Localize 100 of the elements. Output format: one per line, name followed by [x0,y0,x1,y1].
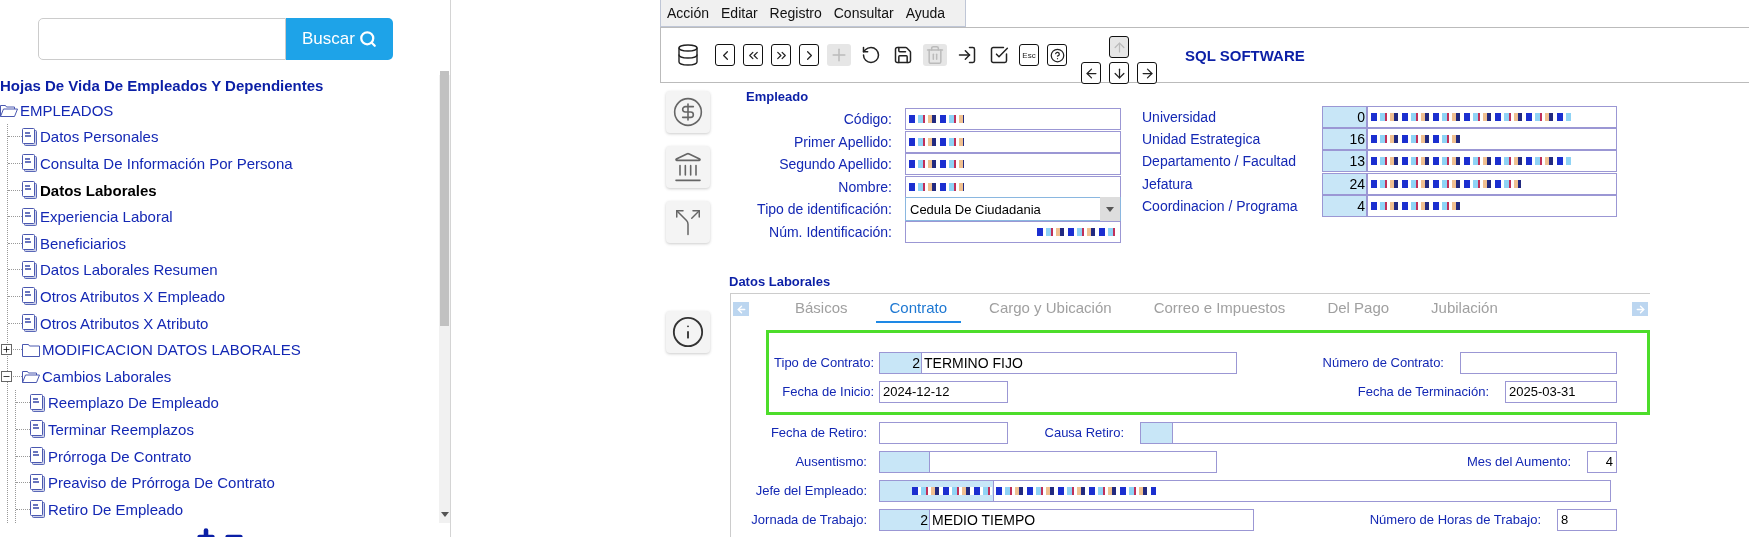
field-label: Universidad [1142,109,1217,125]
field-label: Jefatura [1142,175,1194,192]
document-icon [30,420,46,439]
field-label: Núm. Identificación: [768,223,893,240]
arrow-down-icon [1111,65,1127,81]
tree-item[interactable]: Datos Laborales Resumen [40,261,218,279]
tree-item[interactable]: Beneficiarios [40,234,126,252]
redacted-value [909,115,964,124]
input-field[interactable] [905,175,1121,198]
tree-item[interactable]: Otros Atributos X Empleado [40,287,226,305]
tree-item[interactable]: Consulta De Información Por Persona [40,155,293,172]
double-chevron-left-button[interactable] [743,44,763,66]
tree-item[interactable]: Datos Personales [40,128,159,146]
chevron-left-button[interactable] [715,44,735,66]
input-field[interactable]: 8 [1557,508,1617,531]
tree-item[interactable]: Reemplazo De Empleado [48,394,219,412]
field-label: Jornada de Trabajo: [750,512,868,527]
bank-building-icon[interactable] [666,146,710,188]
field-label: Código: [842,111,893,128]
document-icon [22,287,38,306]
tree-item[interactable]: Prórroga De Contrato [48,447,192,465]
code-field[interactable]: 16 [1322,128,1367,151]
dollar-coin-icon[interactable] [666,91,710,133]
expand-toggle[interactable] [1,344,12,356]
select-field[interactable]: Cedula De Ciudadania [905,197,1121,222]
escape-button[interactable]: Esc [1019,44,1039,66]
input-field[interactable]: 2025-03-31 [1505,380,1617,403]
section-title: Empleado [746,88,810,106]
arrow-right-button[interactable] [1137,62,1157,84]
input-field[interactable] [879,421,1008,444]
tree-item[interactable]: EMPLEADOS [20,101,114,119]
input-field[interactable] [1367,172,1617,195]
tree-item[interactable]: Terminar Reemplazos [48,420,194,438]
input-field[interactable] [1460,351,1617,374]
code-field[interactable]: 4 [1322,194,1367,217]
field-label: Causa Retiro: [1043,425,1125,440]
code-field[interactable]: 24 [1322,172,1367,195]
menu-item[interactable]: Ayuda [899,0,952,26]
document-icon [22,127,38,146]
delete-icon [925,45,945,65]
chevron-right-button[interactable] [799,44,819,66]
tree-title: Hojas De Vida De Empleados Y Dependientes [0,76,325,96]
field-label: Número de Horas de Trabajo: [1368,512,1542,527]
arrow-down-button[interactable] [1109,62,1129,84]
tree-item[interactable]: Preaviso de Prórroga De Contrato [48,474,275,492]
tree-item[interactable]: Retiro De Empleado [48,500,184,518]
input-field[interactable] [905,153,1121,176]
coded-field[interactable] [1140,421,1617,444]
save-icon [893,45,913,65]
input-field[interactable] [905,220,1121,243]
tree-item[interactable]: Otros Atributos X Atributo [40,314,209,332]
tree-item[interactable]: Cambios Laborales [42,367,172,385]
document-icon [22,154,38,173]
redacted-value [909,182,964,191]
menu-item[interactable]: Acción [661,0,716,26]
collapse-toggle[interactable] [1,370,12,382]
undo-icon [861,45,881,65]
input-field[interactable] [1367,150,1617,173]
save-button[interactable] [891,44,915,66]
input-field[interactable] [905,130,1121,153]
document-icon [30,500,46,519]
coded-field[interactable]: 2 MEDIO TIEMPO [879,508,1254,531]
input-field[interactable]: 4 [1587,450,1617,473]
accept-icon [989,45,1009,65]
coded-field[interactable]: 2 TERMINO FIJO [879,351,1237,374]
field-label: Nombre: [837,178,893,195]
tree-item[interactable]: MODIFICACION DATOS LABORALES [42,341,301,359]
menu-item[interactable]: Consultar [827,0,900,26]
document-icon [30,473,46,492]
input-field[interactable] [905,108,1121,131]
field-label: Ausentismo: [794,454,868,469]
field-label: Primer Apellido: [792,133,893,150]
field-label: Segundo Apellido: [778,156,893,173]
menu-item[interactable]: Editar [715,0,764,26]
field-label: Tipo de Contrato: [773,355,875,370]
field-label: Fecha de Retiro: [769,425,868,440]
tree-item[interactable]: Datos Laborales [40,181,157,199]
field-label: Tipo de identificación: [756,201,893,218]
arrow-left-button[interactable] [1081,62,1101,84]
tree-item[interactable]: Experiencia Laboral [40,208,173,226]
help-icon [1049,47,1065,63]
double-chevron-right-button[interactable] [771,44,791,66]
menu-item[interactable]: Registro [763,0,828,26]
tab[interactable]: Contrato [875,295,962,323]
document-icon [22,181,38,200]
field-label: Coordinacion / Programa [1142,197,1299,214]
input-field[interactable] [1367,128,1617,151]
help-button[interactable] [1047,44,1067,66]
coded-field[interactable] [879,479,1611,502]
input-field[interactable]: 2024-12-12 [879,380,1008,403]
code-field[interactable]: 0 [1322,106,1367,128]
code-field[interactable]: 13 [1322,150,1367,173]
split-arrows-icon[interactable] [666,201,710,243]
field-label: Fecha de Inicio: [781,384,875,399]
info-icon[interactable] [666,311,710,353]
accept-button[interactable] [987,44,1011,66]
input-field[interactable] [1367,106,1617,128]
search-field[interactable] [38,18,286,60]
coded-field[interactable] [879,450,1217,473]
input-field[interactable] [1367,194,1617,217]
